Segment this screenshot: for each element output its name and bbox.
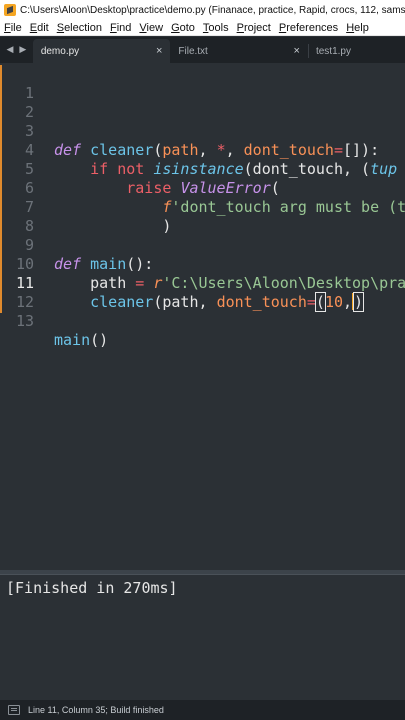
code-line[interactable]: 13 main()	[0, 293, 405, 349]
code-text: main()	[54, 331, 109, 349]
tab-bar: ◀ ▶ demo.py × File.txt × test1.py	[0, 37, 405, 63]
code-line[interactable]: 5 raise ValueError(	[0, 141, 405, 197]
code-line[interactable]: 12	[0, 274, 405, 311]
tab-separator	[307, 44, 309, 58]
tab-label: File.txt	[178, 45, 208, 57]
line-number: 13	[15, 312, 34, 330]
code-line[interactable]: 7 )	[0, 179, 405, 235]
sublime-text-icon	[4, 4, 16, 16]
code-editor[interactable]: 1 2 3 def cleaner(path, *, dont_touch=[]…	[0, 63, 405, 570]
menu-view[interactable]: View	[135, 22, 167, 34]
menu-selection[interactable]: Selection	[53, 22, 106, 34]
menu-preferences[interactable]: Preferences	[275, 22, 342, 34]
tab-scroll-arrows: ◀ ▶	[0, 37, 33, 63]
code-line[interactable]: 3 def cleaner(path, *, dont_touch=[]):	[0, 103, 405, 159]
code-line[interactable]: 10 path = r'C:\Users\Aloon\Desktop\pra	[0, 236, 405, 292]
menu-find[interactable]: Find	[106, 22, 135, 34]
tab-demo-py[interactable]: demo.py ×	[32, 39, 171, 63]
window-title: C:\Users\Aloon\Desktop\practice\demo.py …	[20, 4, 405, 16]
menu-project[interactable]: Project	[233, 22, 275, 34]
code-line[interactable]: 9 def main():	[0, 217, 405, 273]
code-line[interactable]: 1	[0, 65, 405, 102]
code-line[interactable]: 4 if not isinstance(dont_touch, (tup	[0, 122, 405, 178]
menu-bar: File Edit Selection Find View Goto Tools…	[0, 20, 405, 36]
menu-goto[interactable]: Goto	[167, 22, 199, 34]
code-line[interactable]: 2	[0, 84, 405, 121]
close-icon[interactable]: ×	[294, 45, 300, 57]
menu-help[interactable]: Help	[342, 22, 373, 34]
close-icon[interactable]: ×	[156, 45, 162, 57]
menu-file[interactable]: File	[0, 22, 26, 34]
tab-label: demo.py	[40, 45, 80, 57]
menu-edit[interactable]: Edit	[26, 22, 53, 34]
tab-label: test1.py	[315, 45, 351, 57]
panel-toggle-icon[interactable]	[8, 705, 20, 715]
status-text: Line 11, Column 35; Build finished	[28, 705, 164, 715]
title-bar: C:\Users\Aloon\Desktop\practice\demo.py …	[0, 0, 405, 20]
code-line[interactable]: 8	[0, 198, 405, 235]
build-output-text: [Finished in 270ms]	[6, 579, 178, 597]
code-line-current[interactable]: 11 cleaner(path, dont_touch=(10,)	[0, 255, 405, 312]
tab-scroll-left-icon[interactable]: ◀	[6, 45, 13, 55]
menu-tools[interactable]: Tools	[199, 22, 233, 34]
build-output-panel[interactable]: [Finished in 270ms]	[0, 574, 405, 700]
tab-scroll-right-icon[interactable]: ▶	[19, 45, 26, 55]
tab-file-txt[interactable]: File.txt ×	[170, 39, 308, 63]
tab-test1-py[interactable]: test1.py	[307, 39, 405, 63]
code-line[interactable]: 6 f'dont_touch arg must be (t	[0, 160, 405, 216]
status-bar: Line 11, Column 35; Build finished	[0, 700, 405, 720]
